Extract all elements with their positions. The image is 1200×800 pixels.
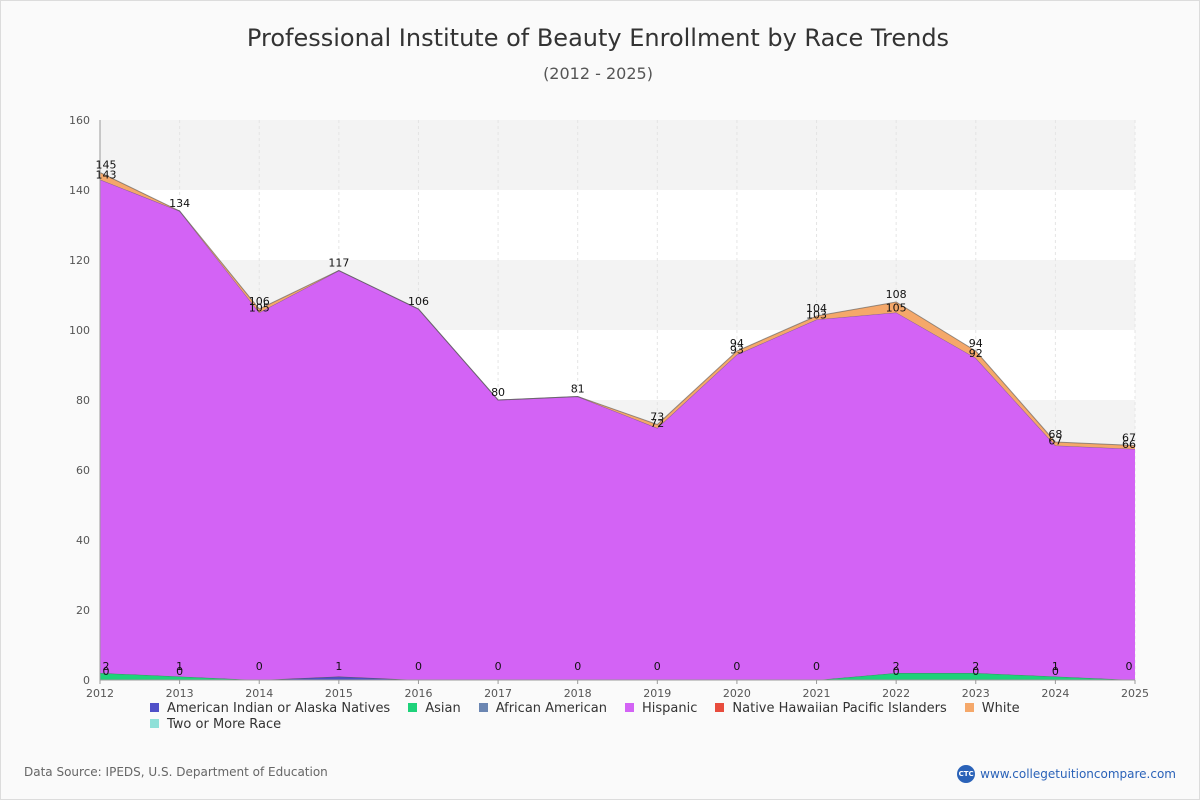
x-tick-label: 2025: [1121, 687, 1149, 700]
x-tick-label: 2022: [882, 687, 910, 700]
legend-label: African American: [495, 701, 608, 716]
x-tick-label: 2014: [245, 687, 273, 700]
x-tick-label: 2021: [803, 687, 831, 700]
brand-logo-icon: CTC: [957, 765, 976, 783]
y-tick-label: 140: [69, 184, 90, 197]
legend-swatch-icon: [408, 703, 418, 712]
data-label-top-secondary: 67: [1048, 435, 1062, 448]
y-tick-label: 100: [69, 324, 90, 337]
x-tick-label: 2019: [643, 687, 671, 700]
x-tick-label: 2012: [86, 687, 114, 700]
data-label-top-secondary: 66: [1122, 438, 1136, 451]
data-label-bottom: 0: [574, 660, 581, 673]
y-tick-label: 40: [76, 534, 90, 547]
x-tick-label: 2018: [564, 687, 592, 700]
data-label-top: 106: [408, 295, 429, 308]
x-tick-label: 2017: [484, 687, 512, 700]
data-label-bottom-secondary: 0: [972, 665, 979, 678]
data-label-top: 80: [491, 386, 505, 399]
grid-band: [100, 120, 1135, 190]
data-label-top: 117: [328, 257, 349, 270]
x-tick-label: 2016: [404, 687, 432, 700]
x-tick-label: 2020: [723, 687, 751, 700]
x-tick-label: 2015: [325, 687, 353, 700]
x-tick-label: 2024: [1041, 687, 1069, 700]
legend-item[interactable]: American Indian or Alaska Natives: [150, 701, 390, 717]
data-label-bottom: 1: [335, 660, 342, 673]
data-label-bottom: 0: [495, 660, 502, 673]
data-label-top-secondary: 105: [249, 302, 270, 315]
data-label-top: 134: [169, 197, 190, 210]
y-tick-label: 20: [76, 604, 90, 617]
y-tick-label: 0: [83, 674, 90, 687]
data-label-top-secondary: 105: [886, 302, 907, 315]
x-tick-label: 2013: [166, 687, 194, 700]
data-label-bottom: 0: [733, 660, 740, 673]
data-label-top-secondary: 72: [650, 417, 664, 430]
data-label-top-secondary: 143: [96, 169, 117, 182]
data-label-bottom-secondary: 0: [176, 665, 183, 678]
brand-url: www.collegetuitioncompare.com: [980, 767, 1176, 781]
data-label-bottom: 0: [1126, 660, 1133, 673]
y-tick-label: 160: [69, 114, 90, 127]
x-tick-label: 2023: [962, 687, 990, 700]
legend-swatch-icon: [150, 719, 159, 728]
legend-item[interactable]: Asian: [408, 701, 461, 717]
y-tick-label: 60: [76, 464, 90, 477]
data-label-top: 108: [886, 288, 907, 301]
data-label-bottom: 0: [256, 660, 263, 673]
legend-item[interactable]: Native Hawaiian Pacific Islanders: [715, 701, 947, 717]
legend-label: Two or More Race: [167, 717, 282, 732]
legend-label: American Indian or Alaska Natives: [167, 701, 391, 716]
legend-swatch-icon: [715, 703, 725, 712]
data-label-bottom-secondary: 0: [103, 665, 110, 678]
data-label-bottom: 0: [813, 660, 820, 673]
y-tick-label: 120: [69, 254, 90, 267]
legend-label: Asian: [425, 701, 461, 716]
data-label-bottom: 0: [654, 660, 661, 673]
legend-swatch-icon: [964, 703, 974, 712]
data-label-top-secondary: 93: [730, 344, 744, 357]
legend-swatch-icon: [478, 703, 488, 712]
data-source-note: Data Source: IPEDS, U.S. Department of E…: [24, 765, 328, 779]
legend-item[interactable]: Two or More Race: [150, 717, 281, 733]
data-label-bottom: 0: [415, 660, 422, 673]
legend-label: Native Hawaiian Pacific Islanders: [732, 701, 947, 716]
legend-label: White: [981, 701, 1020, 716]
area-chart: 0204060801001201401602012 2013 2014 2015 201…: [69, 114, 1149, 700]
legend-item[interactable]: Hispanic: [625, 701, 697, 717]
legend-label: Hispanic: [642, 701, 698, 716]
data-label-bottom-secondary: 0: [1052, 665, 1059, 678]
chart-legend: American Indian or Alaska Natives Asian Af…: [150, 701, 1090, 733]
y-tick-label: 80: [76, 394, 90, 407]
data-label-top: 81: [571, 383, 585, 396]
data-label-top-secondary: 103: [806, 309, 827, 322]
legend-swatch-icon: [150, 703, 159, 712]
brand-link[interactable]: CTC www.collegetuitioncompare.com: [957, 765, 1176, 783]
legend-swatch-icon: [625, 703, 635, 712]
legend-item[interactable]: African American: [478, 701, 608, 717]
data-label-bottom-secondary: 0: [893, 665, 900, 678]
data-label-top-secondary: 92: [969, 347, 983, 360]
legend-item[interactable]: White: [964, 701, 1020, 717]
